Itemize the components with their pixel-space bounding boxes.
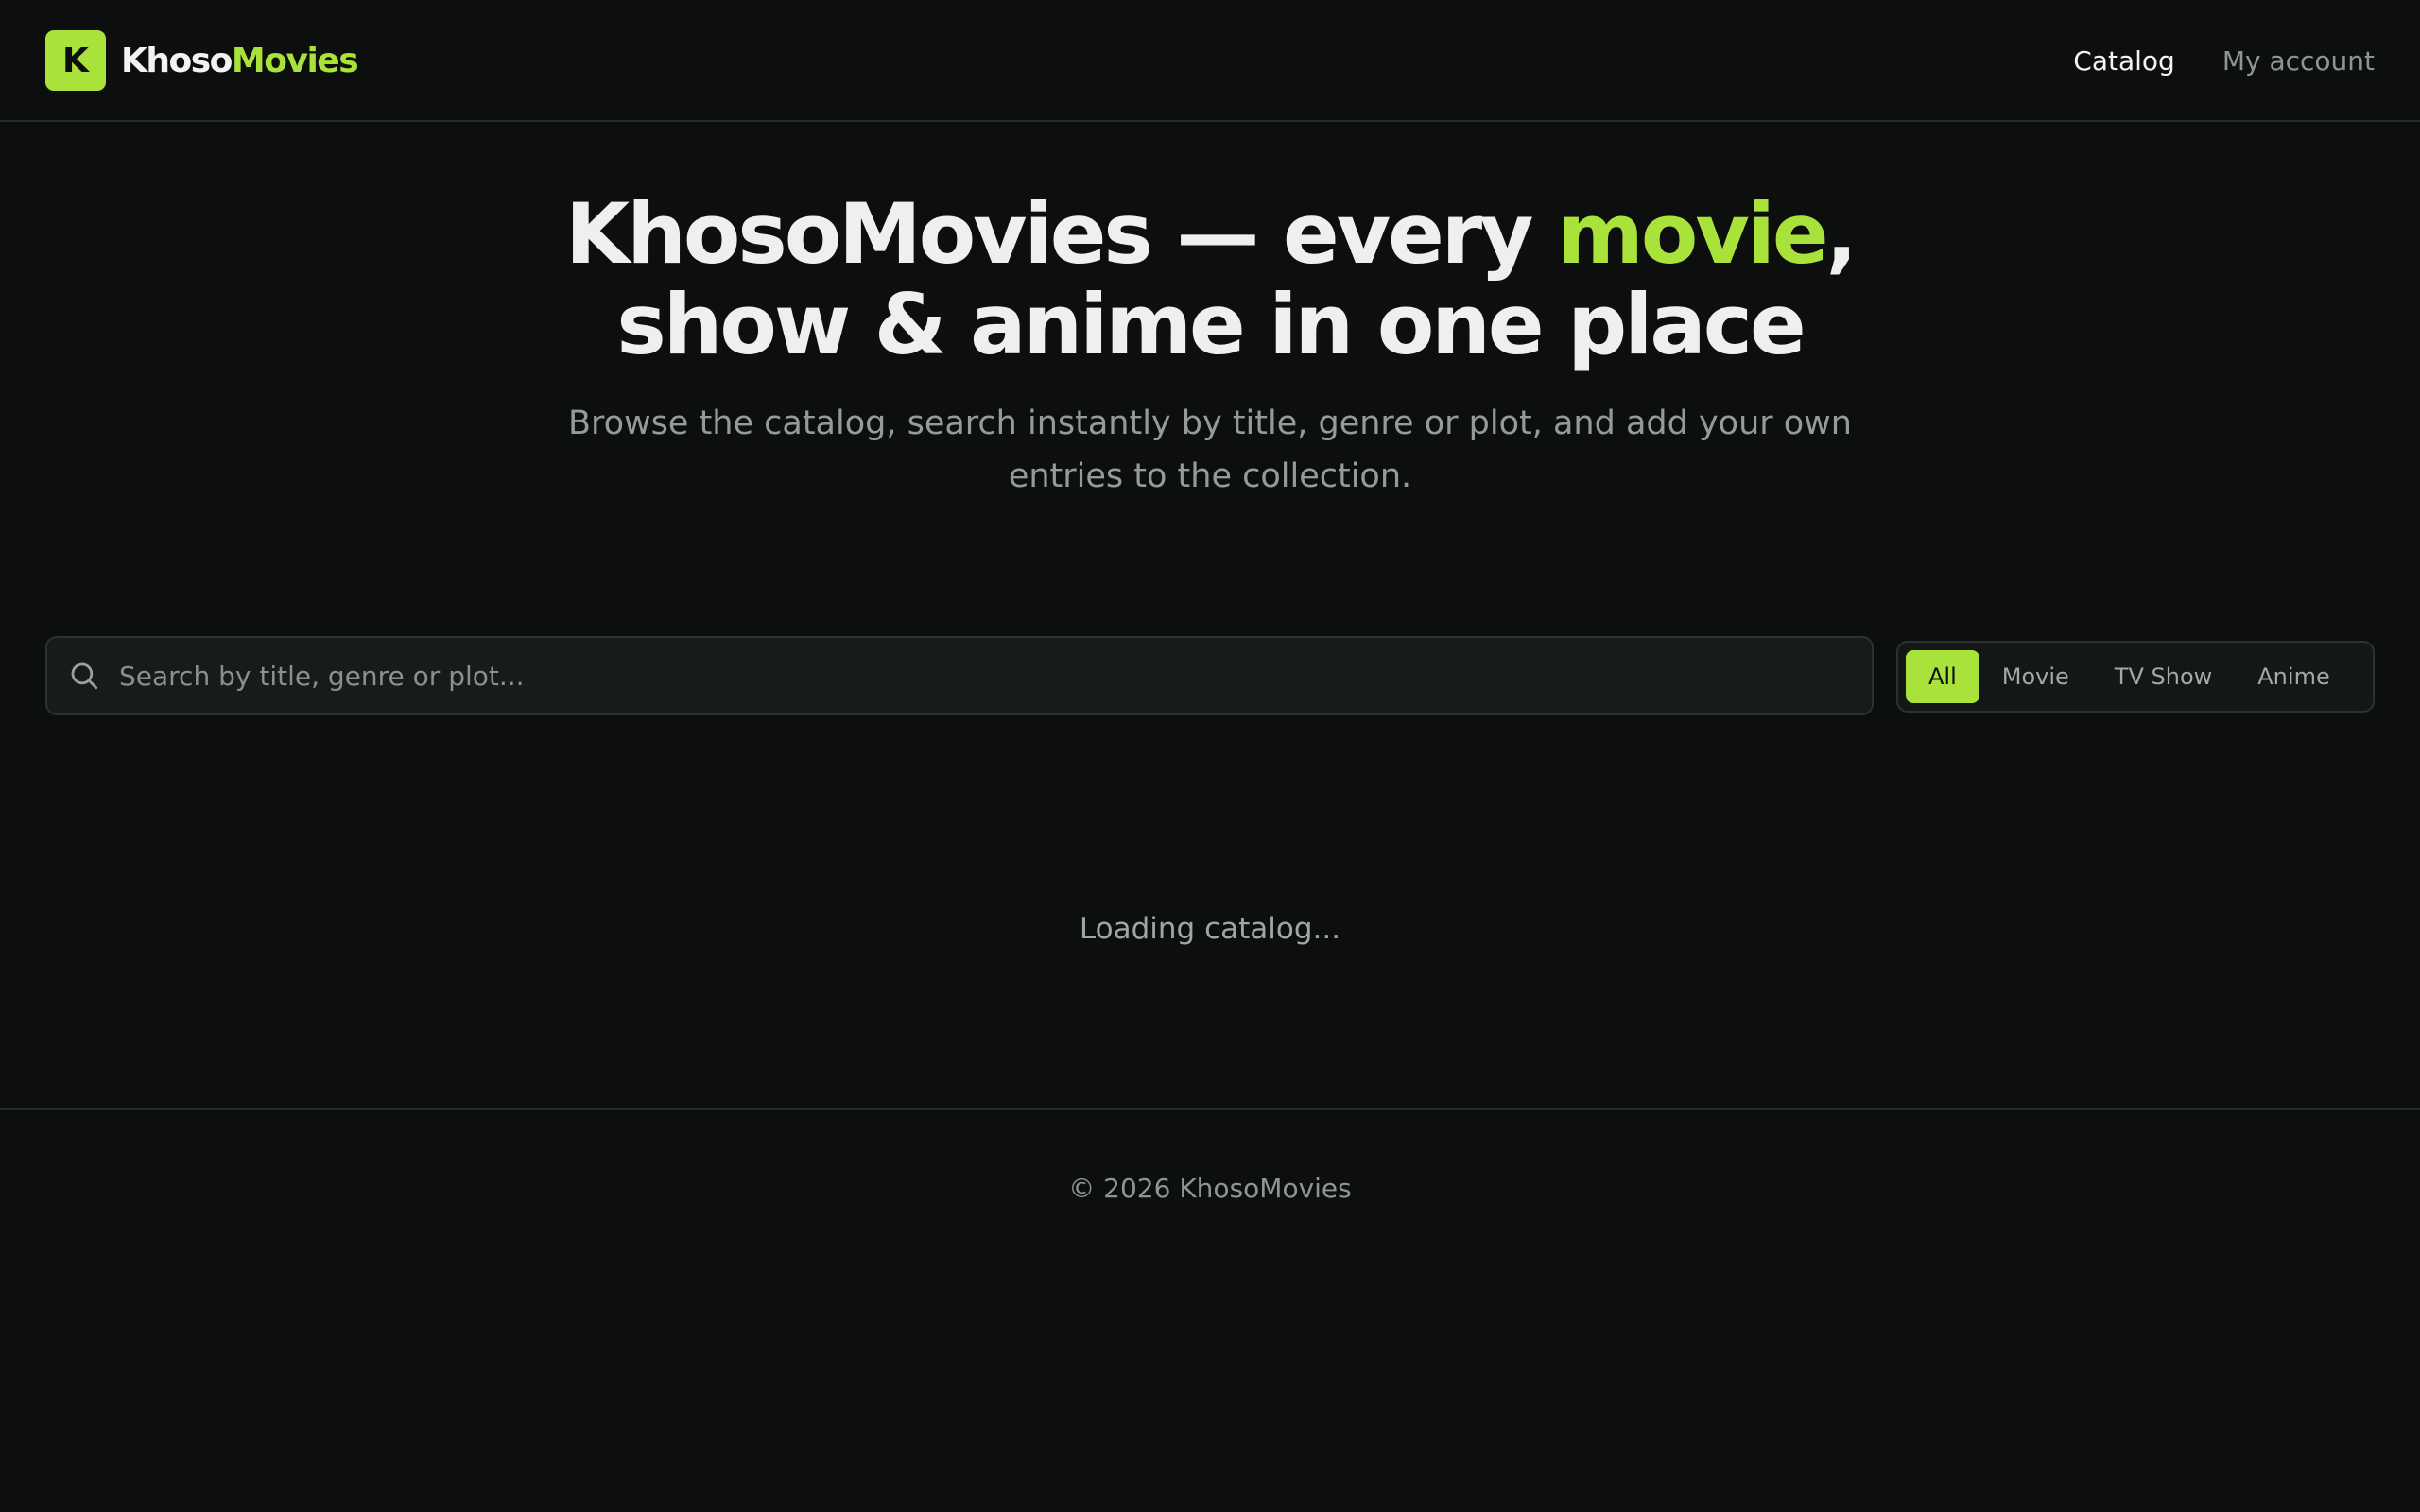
hero-title: KhosoMovies — every movie, show & anime i…: [0, 189, 2420, 370]
logo-letter: K: [62, 41, 89, 80]
search-icon: [71, 662, 98, 690]
main-nav: Catalog My account: [2073, 30, 2375, 91]
logo-mark: K: [45, 30, 106, 91]
site-header: K KhosoMovies Catalog My account: [0, 0, 2420, 122]
copyright-text: © 2026 KhosoMovies: [1068, 1173, 1352, 1204]
hero-title-accent: movie: [1557, 185, 1828, 283]
brand-logo-link[interactable]: K KhosoMovies: [45, 30, 359, 91]
site-footer: © 2026 KhosoMovies: [0, 1108, 2420, 1204]
hero-title-line2: show & anime in one place: [616, 276, 1806, 373]
brand-name: KhosoMovies: [121, 41, 359, 80]
search-input[interactable]: [117, 638, 1872, 713]
nav-account-link[interactable]: My account: [2222, 45, 2375, 77]
nav-catalog-link[interactable]: Catalog: [2073, 45, 2175, 77]
search-bar: [45, 636, 1874, 715]
loading-status: Loading catalog...: [1079, 912, 1341, 946]
hero-subtitle: Browse the catalog, search instantly by …: [568, 404, 1852, 495]
hero-title-line1-end: ,: [1825, 185, 1858, 283]
type-filter-group: All Movie TV Show Anime: [1896, 641, 2375, 713]
filter-all-button[interactable]: All: [1906, 650, 1979, 703]
brand-name-part1: Khoso: [121, 41, 233, 80]
hero-title-line1-start: KhosoMovies — every: [565, 185, 1558, 283]
brand-name-part2: Movies: [231, 41, 359, 80]
filter-anime-button[interactable]: Anime: [2235, 650, 2352, 703]
filter-movie-button[interactable]: Movie: [1979, 650, 2092, 703]
filter-tv-show-button[interactable]: TV Show: [2092, 650, 2235, 703]
hero-section: KhosoMovies — every movie, show & anime i…: [0, 189, 2420, 503]
